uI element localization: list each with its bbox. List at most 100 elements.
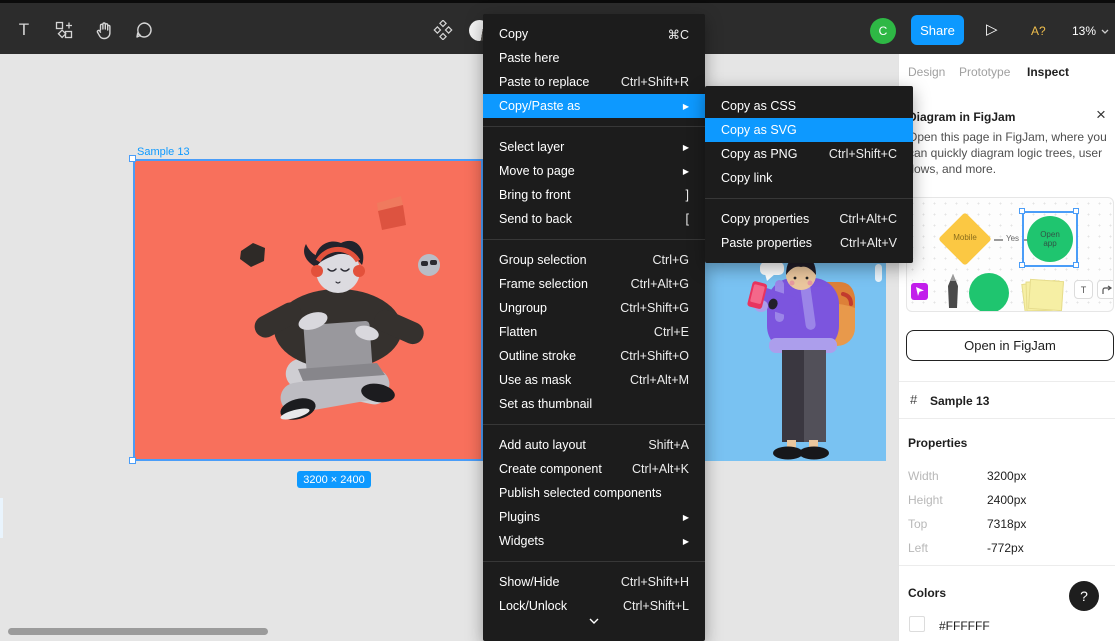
illustration-person-phone [705,262,886,461]
selection-handle [1019,262,1025,268]
menu-item-paste-properties[interactable]: Paste properties Ctrl+Alt+V [705,231,913,255]
present-play-icon[interactable]: ▷ [986,20,998,38]
selection-handle-bottom-left[interactable] [129,457,136,464]
frame-person-phone[interactable] [705,262,886,461]
menu-item-send-to-back[interactable]: Send to back [ [483,207,705,231]
menu-item-group-selection[interactable]: Group selection Ctrl+G [483,248,705,272]
canvas-horizontal-scrollbar[interactable] [8,628,268,635]
menu-item-select-layer[interactable]: Select layer ▶ [483,135,705,159]
divider [899,565,1115,566]
diagram-connector-line [994,239,1003,241]
user-avatar[interactable]: C [870,18,896,44]
figjam-shape-tool-icon [969,273,1009,312]
property-label: Height [908,493,943,507]
menu-item-copy[interactable]: Copy ⌘C [483,22,705,46]
menu-item-widgets[interactable]: Widgets ▶ [483,529,705,553]
tab-design[interactable]: Design [908,65,945,79]
figjam-preview-image: Mobile Yes Open app [906,197,1114,312]
canvas-vertical-scrollbar[interactable] [875,264,882,282]
copy-paste-as-submenu: Copy as CSS Copy as SVG Copy as PNG Ctrl… [705,86,913,263]
selected-layer-name: Sample 13 [930,394,989,408]
property-value: 3200px [987,469,1026,483]
menu-item-bring-to-front[interactable]: Bring to front ] [483,183,705,207]
menu-item-create-component[interactable]: Create component Ctrl+Alt+K [483,457,705,481]
menu-item-copy-as-svg[interactable]: Copy as SVG [705,118,913,142]
help-button[interactable]: ? [1069,581,1099,611]
submenu-arrow-icon: ▶ [683,537,689,546]
menu-item-plugins[interactable]: Plugins ▶ [483,505,705,529]
zoom-level-dropdown[interactable]: 13% [1072,24,1109,38]
menu-item-frame-selection[interactable]: Frame selection Ctrl+Alt+G [483,272,705,296]
hand-tool-icon[interactable] [84,6,124,54]
selection-size-badge: 3200 × 2400 [297,471,371,488]
assets-component-tool-icon[interactable] [44,6,84,54]
menu-item-move-to-page[interactable]: Move to page ▶ [483,159,705,183]
colors-section-title: Colors [908,586,946,600]
selection-handle-top-left[interactable] [129,155,136,162]
menu-item-add-auto-layout[interactable]: Add auto layout Shift+A [483,433,705,457]
figjam-card-description: Open this page in FigJam, where you can … [908,129,1108,177]
property-value: 7318px [987,517,1026,531]
figjam-marker-tool-icon [945,274,961,308]
selection-handle [1019,208,1025,214]
menu-item-copy-properties[interactable]: Copy properties Ctrl+Alt+C [705,207,913,231]
property-label: Left [908,541,928,555]
divider [899,381,1115,382]
share-button[interactable]: Share [911,15,964,45]
menu-item-copy-as-css[interactable]: Copy as CSS [705,94,913,118]
close-icon[interactable]: × [1096,106,1106,123]
figjam-text-tool-icon: T [1074,280,1093,299]
menu-scroll-more-icon[interactable] [483,618,705,636]
menu-item-paste-to-replace[interactable]: Paste to replace Ctrl+Shift+R [483,70,705,94]
zoom-level-value: 13% [1072,24,1096,38]
menu-item-flatten[interactable]: Flatten Ctrl+E [483,320,705,344]
inspect-panel: Design Prototype Inspect Diagram in FigJ… [898,54,1115,641]
submenu-arrow-icon: ▶ [683,513,689,522]
color-hex-value: #FFFFFF [939,619,990,633]
property-label: Width [908,469,939,483]
selected-frame-sample-13[interactable] [133,159,483,461]
properties-section-title: Properties [908,436,967,450]
panel-tabs: Design Prototype Inspect [899,54,1115,92]
color-swatch-white[interactable] [909,616,925,632]
resources-diamonds-icon[interactable] [423,6,463,54]
submenu-arrow-icon: ▶ [683,143,689,152]
illustration-person-laptop [135,161,483,461]
diagram-edge-label: Yes [1006,234,1019,243]
figma-app-window: Sample 13 [0,0,1115,641]
menu-item-set-as-thumbnail[interactable]: Set as thumbnail [483,392,705,416]
menu-item-show-hide[interactable]: Show/Hide Ctrl+Shift+H [483,570,705,594]
menu-item-lock-unlock[interactable]: Lock/Unlock Ctrl+Shift+L [483,594,705,618]
property-value: -772px [987,541,1024,555]
tab-prototype[interactable]: Prototype [959,65,1010,79]
figjam-card-title: Diagram in FigJam [908,110,1015,124]
frame-name-label[interactable]: Sample 13 [137,146,190,158]
menu-item-copy-link[interactable]: Copy link [705,166,913,190]
submenu-arrow-icon: ▶ [683,167,689,176]
tab-inspect[interactable]: Inspect [1027,65,1069,79]
menu-item-use-as-mask[interactable]: Use as mask Ctrl+Alt+M [483,368,705,392]
menu-item-copy-paste-as[interactable]: Copy/Paste as ▶ [483,94,705,118]
open-in-figjam-button[interactable]: Open in FigJam [906,330,1114,361]
offscreen-object-edge [0,498,3,538]
menu-item-copy-as-png[interactable]: Copy as PNG Ctrl+Shift+C [705,142,913,166]
sticky-note-icon [1028,279,1064,311]
diagram-selection-box [1022,211,1078,267]
diagram-diamond-label: Mobile [940,233,990,242]
property-label: Top [908,517,927,531]
menu-item-outline-stroke[interactable]: Outline stroke Ctrl+Shift+O [483,344,705,368]
menu-item-paste-here[interactable]: Paste here [483,46,705,70]
text-tool-icon[interactable]: T [4,6,44,54]
menu-item-publish-selected-components[interactable]: Publish selected components [483,481,705,505]
frame-icon: # [910,392,917,407]
figjam-cursor-tool-icon [911,283,928,300]
context-menu: Copy ⌘C Paste here Paste to replace Ctrl… [483,14,705,641]
selection-handle [1073,262,1079,268]
figjam-connector-tool-icon [1097,280,1114,299]
property-value: 2400px [987,493,1026,507]
submenu-arrow-icon: ▶ [683,102,689,111]
font-warning-indicator[interactable]: A? [1031,24,1046,38]
comment-tool-icon[interactable] [124,6,164,54]
selection-handle [1073,208,1079,214]
menu-item-ungroup[interactable]: Ungroup Ctrl+Shift+G [483,296,705,320]
